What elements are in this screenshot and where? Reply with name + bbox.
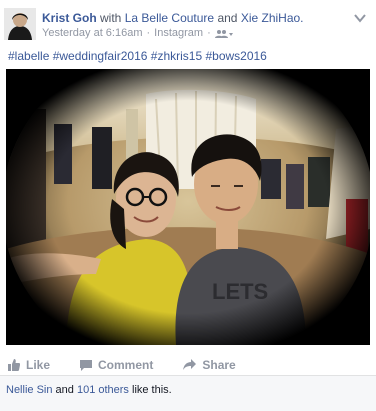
others-link[interactable]: 101 others — [77, 384, 129, 396]
share-label: Share — [202, 358, 236, 372]
thumbs-up-icon — [8, 359, 20, 371]
like-label: Like — [26, 358, 51, 372]
meta-separator-2: · — [207, 27, 211, 39]
feed-post: Krist Goh with La Belle Couture and Xie … — [0, 0, 376, 411]
comment-icon — [80, 360, 93, 371]
post-actions: Like Comment Share — [0, 355, 376, 375]
post-photo[interactable]: LETS — [6, 69, 370, 345]
tagged-person[interactable]: Xie ZhiHao. — [241, 11, 304, 25]
likes-text: Nellie Sin and 101 others like this. — [6, 384, 172, 397]
likes-and: and — [55, 384, 74, 396]
like-button[interactable]: Like — [8, 358, 50, 372]
likes-suffix: like this. — [132, 384, 172, 396]
chevron-down-icon[interactable] — [354, 10, 366, 23]
post-meta: Yesterday at 6:16am · Instagram · — [42, 27, 233, 40]
author-name[interactable]: Krist Goh — [42, 11, 97, 25]
tagged-page[interactable]: La Belle Couture — [125, 11, 214, 25]
post-caption[interactable]: #labelle #weddingfair2016 #zhkris15 #bow… — [8, 49, 267, 63]
and-text: and — [217, 11, 238, 25]
share-button[interactable]: Share — [183, 358, 236, 372]
comment-button[interactable]: Comment — [80, 358, 153, 372]
post-source[interactable]: Instagram — [154, 27, 203, 40]
avatar[interactable] — [4, 8, 36, 40]
post-header: Krist Goh with La Belle Couture and Xie … — [42, 11, 304, 25]
post-timestamp[interactable]: Yesterday at 6:16am — [42, 27, 143, 40]
meta-separator: · — [146, 27, 151, 39]
with-text: with — [100, 11, 122, 25]
share-arrow-icon — [183, 359, 197, 370]
liker-name[interactable]: Nellie Sin — [6, 384, 52, 396]
friends-icon[interactable] — [214, 29, 233, 39]
likes-summary: Nellie Sin and 101 others like this. — [0, 375, 376, 411]
comment-label: Comment — [98, 358, 154, 372]
